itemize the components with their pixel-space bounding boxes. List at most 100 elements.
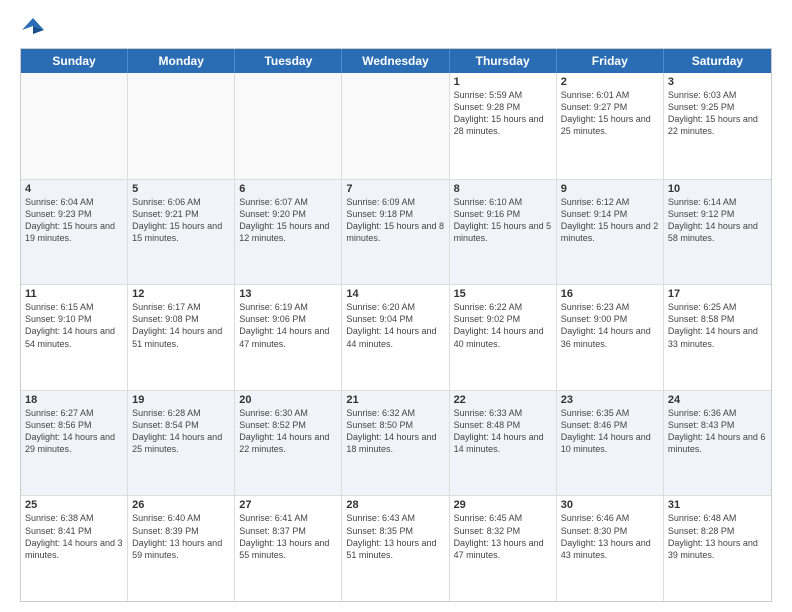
day-info: Sunrise: 6:32 AM Sunset: 8:50 PM Dayligh… xyxy=(346,407,444,456)
day-number: 4 xyxy=(25,183,123,195)
day-number: 30 xyxy=(561,499,659,511)
day-cell xyxy=(342,73,449,179)
calendar-grid: 1Sunrise: 5:59 AM Sunset: 9:28 PM Daylig… xyxy=(21,73,771,601)
day-number: 16 xyxy=(561,288,659,300)
day-cell: 18Sunrise: 6:27 AM Sunset: 8:56 PM Dayli… xyxy=(21,391,128,496)
day-number: 5 xyxy=(132,183,230,195)
day-cell: 7Sunrise: 6:09 AM Sunset: 9:18 PM Daylig… xyxy=(342,180,449,285)
day-header-saturday: Saturday xyxy=(664,49,771,73)
day-cell xyxy=(235,73,342,179)
day-cell: 4Sunrise: 6:04 AM Sunset: 9:23 PM Daylig… xyxy=(21,180,128,285)
week-row: 1Sunrise: 5:59 AM Sunset: 9:28 PM Daylig… xyxy=(21,73,771,179)
day-cell: 9Sunrise: 6:12 AM Sunset: 9:14 PM Daylig… xyxy=(557,180,664,285)
day-number: 24 xyxy=(668,394,767,406)
day-info: Sunrise: 6:04 AM Sunset: 9:23 PM Dayligh… xyxy=(25,196,123,245)
day-info: Sunrise: 6:10 AM Sunset: 9:16 PM Dayligh… xyxy=(454,196,552,245)
day-number: 20 xyxy=(239,394,337,406)
day-cell: 8Sunrise: 6:10 AM Sunset: 9:16 PM Daylig… xyxy=(450,180,557,285)
day-cell: 15Sunrise: 6:22 AM Sunset: 9:02 PM Dayli… xyxy=(450,285,557,390)
day-info: Sunrise: 6:23 AM Sunset: 9:00 PM Dayligh… xyxy=(561,301,659,350)
day-cell: 19Sunrise: 6:28 AM Sunset: 8:54 PM Dayli… xyxy=(128,391,235,496)
day-header-thursday: Thursday xyxy=(450,49,557,73)
day-number: 8 xyxy=(454,183,552,195)
week-row: 25Sunrise: 6:38 AM Sunset: 8:41 PM Dayli… xyxy=(21,495,771,601)
day-info: Sunrise: 6:45 AM Sunset: 8:32 PM Dayligh… xyxy=(454,512,552,561)
day-number: 14 xyxy=(346,288,444,300)
day-cell: 3Sunrise: 6:03 AM Sunset: 9:25 PM Daylig… xyxy=(664,73,771,179)
day-number: 26 xyxy=(132,499,230,511)
day-cell: 5Sunrise: 6:06 AM Sunset: 9:21 PM Daylig… xyxy=(128,180,235,285)
day-number: 31 xyxy=(668,499,767,511)
day-info: Sunrise: 6:07 AM Sunset: 9:20 PM Dayligh… xyxy=(239,196,337,245)
day-number: 3 xyxy=(668,76,767,88)
day-number: 21 xyxy=(346,394,444,406)
day-cell: 14Sunrise: 6:20 AM Sunset: 9:04 PM Dayli… xyxy=(342,285,449,390)
day-header-tuesday: Tuesday xyxy=(235,49,342,73)
day-cell: 30Sunrise: 6:46 AM Sunset: 8:30 PM Dayli… xyxy=(557,496,664,601)
day-cell: 12Sunrise: 6:17 AM Sunset: 9:08 PM Dayli… xyxy=(128,285,235,390)
day-number: 27 xyxy=(239,499,337,511)
day-number: 15 xyxy=(454,288,552,300)
day-info: Sunrise: 6:06 AM Sunset: 9:21 PM Dayligh… xyxy=(132,196,230,245)
day-info: Sunrise: 6:27 AM Sunset: 8:56 PM Dayligh… xyxy=(25,407,123,456)
day-info: Sunrise: 6:41 AM Sunset: 8:37 PM Dayligh… xyxy=(239,512,337,561)
day-number: 9 xyxy=(561,183,659,195)
day-number: 18 xyxy=(25,394,123,406)
day-cell: 13Sunrise: 6:19 AM Sunset: 9:06 PM Dayli… xyxy=(235,285,342,390)
day-info: Sunrise: 6:40 AM Sunset: 8:39 PM Dayligh… xyxy=(132,512,230,561)
day-info: Sunrise: 6:19 AM Sunset: 9:06 PM Dayligh… xyxy=(239,301,337,350)
logo-bird-icon xyxy=(22,16,44,38)
day-number: 1 xyxy=(454,76,552,88)
day-cell: 10Sunrise: 6:14 AM Sunset: 9:12 PM Dayli… xyxy=(664,180,771,285)
day-number: 25 xyxy=(25,499,123,511)
day-number: 28 xyxy=(346,499,444,511)
day-info: Sunrise: 6:43 AM Sunset: 8:35 PM Dayligh… xyxy=(346,512,444,561)
day-number: 29 xyxy=(454,499,552,511)
day-info: Sunrise: 6:48 AM Sunset: 8:28 PM Dayligh… xyxy=(668,512,767,561)
day-cell: 11Sunrise: 6:15 AM Sunset: 9:10 PM Dayli… xyxy=(21,285,128,390)
day-info: Sunrise: 6:01 AM Sunset: 9:27 PM Dayligh… xyxy=(561,89,659,138)
day-cell: 1Sunrise: 5:59 AM Sunset: 9:28 PM Daylig… xyxy=(450,73,557,179)
day-info: Sunrise: 6:25 AM Sunset: 8:58 PM Dayligh… xyxy=(668,301,767,350)
day-cell: 25Sunrise: 6:38 AM Sunset: 8:41 PM Dayli… xyxy=(21,496,128,601)
week-row: 18Sunrise: 6:27 AM Sunset: 8:56 PM Dayli… xyxy=(21,390,771,496)
day-info: Sunrise: 6:14 AM Sunset: 9:12 PM Dayligh… xyxy=(668,196,767,245)
day-number: 22 xyxy=(454,394,552,406)
day-cell: 17Sunrise: 6:25 AM Sunset: 8:58 PM Dayli… xyxy=(664,285,771,390)
day-number: 19 xyxy=(132,394,230,406)
day-cell: 2Sunrise: 6:01 AM Sunset: 9:27 PM Daylig… xyxy=(557,73,664,179)
page: SundayMondayTuesdayWednesdayThursdayFrid… xyxy=(0,0,792,612)
day-info: Sunrise: 6:35 AM Sunset: 8:46 PM Dayligh… xyxy=(561,407,659,456)
day-number: 2 xyxy=(561,76,659,88)
day-info: Sunrise: 6:12 AM Sunset: 9:14 PM Dayligh… xyxy=(561,196,659,245)
day-cell: 16Sunrise: 6:23 AM Sunset: 9:00 PM Dayli… xyxy=(557,285,664,390)
day-cell: 29Sunrise: 6:45 AM Sunset: 8:32 PM Dayli… xyxy=(450,496,557,601)
day-cell xyxy=(128,73,235,179)
day-cell: 20Sunrise: 6:30 AM Sunset: 8:52 PM Dayli… xyxy=(235,391,342,496)
week-row: 4Sunrise: 6:04 AM Sunset: 9:23 PM Daylig… xyxy=(21,179,771,285)
day-info: Sunrise: 6:46 AM Sunset: 8:30 PM Dayligh… xyxy=(561,512,659,561)
day-info: Sunrise: 6:22 AM Sunset: 9:02 PM Dayligh… xyxy=(454,301,552,350)
day-info: Sunrise: 6:33 AM Sunset: 8:48 PM Dayligh… xyxy=(454,407,552,456)
day-info: Sunrise: 6:36 AM Sunset: 8:43 PM Dayligh… xyxy=(668,407,767,456)
day-number: 23 xyxy=(561,394,659,406)
day-number: 12 xyxy=(132,288,230,300)
day-number: 11 xyxy=(25,288,123,300)
day-cell: 31Sunrise: 6:48 AM Sunset: 8:28 PM Dayli… xyxy=(664,496,771,601)
day-cell: 6Sunrise: 6:07 AM Sunset: 9:20 PM Daylig… xyxy=(235,180,342,285)
day-header-friday: Friday xyxy=(557,49,664,73)
day-header-monday: Monday xyxy=(128,49,235,73)
day-cell: 22Sunrise: 6:33 AM Sunset: 8:48 PM Dayli… xyxy=(450,391,557,496)
day-info: Sunrise: 6:03 AM Sunset: 9:25 PM Dayligh… xyxy=(668,89,767,138)
day-cell: 28Sunrise: 6:43 AM Sunset: 8:35 PM Dayli… xyxy=(342,496,449,601)
day-header-wednesday: Wednesday xyxy=(342,49,449,73)
day-info: Sunrise: 6:17 AM Sunset: 9:08 PM Dayligh… xyxy=(132,301,230,350)
day-info: Sunrise: 6:20 AM Sunset: 9:04 PM Dayligh… xyxy=(346,301,444,350)
day-cell: 21Sunrise: 6:32 AM Sunset: 8:50 PM Dayli… xyxy=(342,391,449,496)
day-cell: 27Sunrise: 6:41 AM Sunset: 8:37 PM Dayli… xyxy=(235,496,342,601)
day-number: 13 xyxy=(239,288,337,300)
day-number: 17 xyxy=(668,288,767,300)
day-cell xyxy=(21,73,128,179)
day-cell: 26Sunrise: 6:40 AM Sunset: 8:39 PM Dayli… xyxy=(128,496,235,601)
day-cell: 24Sunrise: 6:36 AM Sunset: 8:43 PM Dayli… xyxy=(664,391,771,496)
